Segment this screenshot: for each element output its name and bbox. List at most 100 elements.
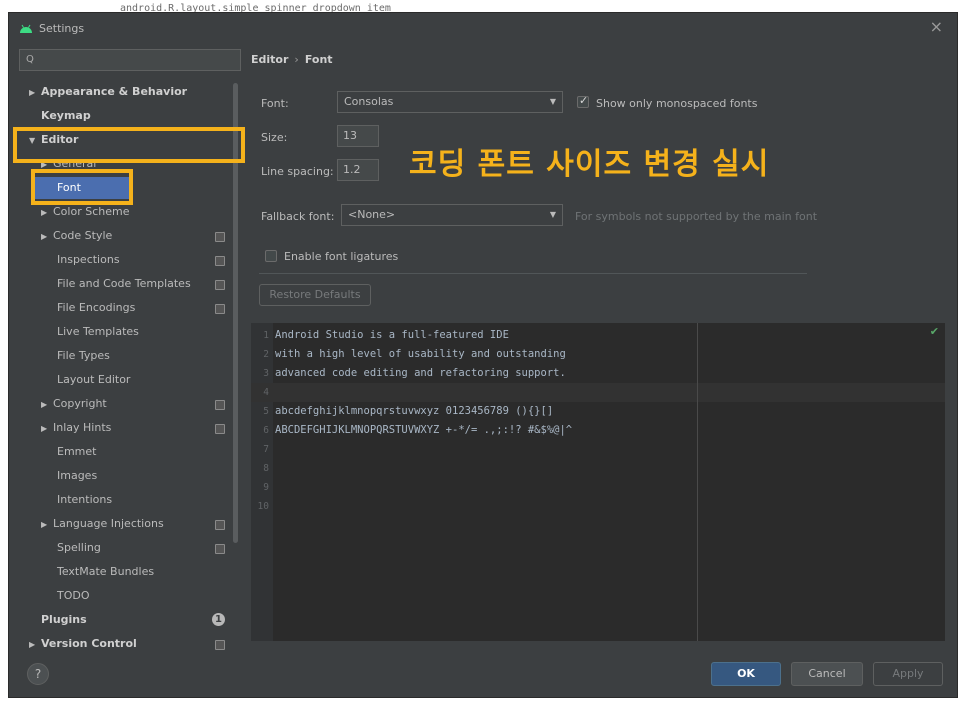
tree-item-keymap[interactable]: Keymap [41, 105, 91, 127]
tree-item-appearance-behavior[interactable]: ▶ Appearance & Behavior [29, 81, 187, 103]
font-select[interactable]: Consolas ▼ [337, 91, 563, 113]
search-icon: Q [26, 54, 34, 65]
tree-item-code-style[interactable]: ▶ Code Style [41, 225, 112, 247]
close-icon[interactable]: × [930, 17, 943, 36]
preview-current-line [251, 383, 945, 402]
tree-item-label: File and Code Templates [57, 277, 191, 290]
preview-right-margin [697, 323, 698, 641]
tree-item-label: Code Style [53, 229, 113, 242]
monospaced-checkbox[interactable] [577, 94, 589, 108]
chevron-right-icon[interactable]: ▶ [41, 202, 53, 224]
tree-item-emmet[interactable]: Emmet [57, 441, 96, 463]
title-bar: Settings × [9, 13, 957, 45]
restore-defaults-button[interactable]: Restore Defaults [259, 284, 371, 306]
project-scope-icon [215, 232, 225, 242]
breadcrumb: Editor › Font [251, 53, 333, 66]
tree-item-layout-editor[interactable]: Layout Editor [57, 369, 130, 391]
chevron-right-icon[interactable]: ▶ [41, 514, 53, 536]
chevron-right-icon[interactable]: ▶ [29, 82, 41, 104]
chevron-right-icon[interactable]: ▶ [29, 634, 41, 656]
fallback-font-label: Fallback font: [261, 210, 335, 223]
tree-item-intentions[interactable]: Intentions [57, 489, 112, 511]
size-input[interactable]: 13 [337, 125, 379, 147]
tree-item-label: Version Control [41, 637, 137, 650]
chevron-right-icon[interactable]: ▶ [41, 226, 53, 248]
tree-item-textmate-bundles[interactable]: TextMate Bundles [57, 561, 154, 583]
tree-item-label: Layout Editor [57, 373, 131, 386]
preview-line: 2 with a high level of usability and outs… [251, 345, 566, 364]
tree-item-label: Spelling [57, 541, 101, 554]
line-spacing-value: 1.2 [343, 163, 361, 176]
project-scope-icon [215, 400, 225, 410]
chevron-down-icon: ▼ [549, 97, 556, 106]
project-scope-icon [215, 256, 225, 266]
preview-line: 9 [251, 478, 275, 497]
editor-highlight-box [13, 127, 245, 163]
ok-button[interactable]: OK [711, 662, 781, 686]
tree-item-language-injections[interactable]: ▶ Language Injections [41, 513, 164, 535]
size-label: Size: [261, 131, 288, 144]
tree-item-label: Live Templates [57, 325, 139, 338]
preview-line-text: Android Studio is a full-featured IDE [275, 329, 509, 341]
tree-item-inspections[interactable]: Inspections [57, 249, 120, 271]
search-input[interactable]: Q [19, 49, 241, 71]
tree-item-todo[interactable]: TODO [57, 585, 90, 607]
tree-item-file-encodings[interactable]: File Encodings [57, 297, 135, 319]
apply-button[interactable]: Apply [873, 662, 943, 686]
line-number: 9 [263, 482, 269, 493]
tree-item-label: Intentions [57, 493, 113, 506]
chevron-right-icon[interactable]: ▶ [41, 418, 53, 440]
ligatures-checkbox[interactable] [265, 250, 277, 262]
line-number: 7 [263, 444, 269, 455]
fallback-hint: For symbols not supported by the main fo… [575, 210, 818, 223]
ligatures-label: Enable font ligatures [284, 250, 399, 263]
tree-item-file-and-code-templates[interactable]: File and Code Templates [57, 273, 191, 295]
project-scope-icon [215, 640, 225, 650]
line-spacing-input[interactable]: 1.2 [337, 159, 379, 181]
preview-line: 5 abcdefghijklmnopqrstuvwxyz 0123456789 (… [251, 402, 553, 421]
fallback-font-select[interactable]: <None> ▼ [341, 204, 563, 226]
tree-item-spelling[interactable]: Spelling [57, 537, 101, 559]
tree-item-file-types[interactable]: File Types [57, 345, 110, 367]
breadcrumb-parent[interactable]: Editor [251, 53, 288, 66]
font-highlight-box [31, 169, 133, 205]
tree-item-label: Inspections [57, 253, 120, 266]
size-input-value: 13 [343, 129, 357, 142]
line-spacing-label: Line spacing: [261, 165, 334, 178]
help-button[interactable]: ? [27, 663, 49, 685]
chevron-down-icon: ▼ [549, 210, 556, 219]
line-number: 1 [263, 330, 269, 341]
tree-item-inlay-hints[interactable]: ▶ Inlay Hints [41, 417, 111, 439]
line-number: 8 [263, 463, 269, 474]
annotation-text: 코딩 폰트 사이즈 변경 실시 [409, 147, 770, 182]
check-icon: ✔ [929, 325, 939, 338]
notification-badge: 1 [212, 613, 225, 626]
tree-item-label: File Types [57, 349, 110, 362]
project-scope-icon [215, 544, 225, 554]
chevron-right-icon[interactable]: ▶ [41, 394, 53, 416]
line-number: 6 [263, 425, 269, 436]
fallback-font-value: <None> [348, 208, 396, 221]
tree-item-label: Emmet [57, 445, 97, 458]
project-scope-icon [215, 304, 225, 314]
tree-item-label: File Encodings [57, 301, 136, 314]
tree-item-plugins[interactable]: Plugins [41, 609, 87, 631]
tree-item-label: Inlay Hints [53, 421, 112, 434]
settings-dialog: Settings × Q ▶ Appearance & Behavior Keyma… [8, 12, 958, 698]
tree-item-label: TextMate Bundles [57, 565, 155, 578]
line-number: 10 [257, 501, 269, 512]
preview-line: 4 [251, 383, 275, 402]
preview-line-text: with a high level of usability and outst… [275, 348, 566, 360]
tree-item-version-control[interactable]: ▶ Version Control [29, 633, 137, 655]
breadcrumb-separator: › [294, 53, 299, 66]
tree-item-copyright[interactable]: ▶ Copyright [41, 393, 107, 415]
preview-line: 1 Android Studio is a full-featured IDE [251, 326, 509, 345]
cancel-button[interactable]: Cancel [791, 662, 863, 686]
font-select-value: Consolas [344, 95, 394, 108]
tree-item-images[interactable]: Images [57, 465, 97, 487]
tree-item-live-templates[interactable]: Live Templates [57, 321, 139, 343]
tree-item-label: TODO [57, 589, 90, 602]
font-label: Font: [261, 97, 289, 110]
preview-line: 10 [251, 497, 275, 516]
font-preview[interactable]: 1 Android Studio is a full-featured IDE 2 w… [251, 323, 945, 641]
